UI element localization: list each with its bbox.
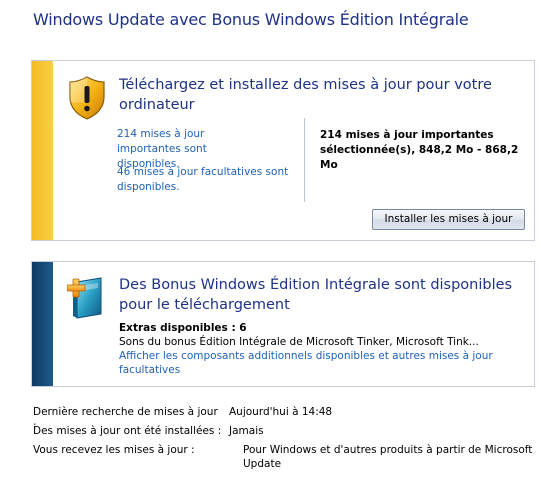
installed-label: Des mises à jour ont été installées : [33, 425, 222, 437]
updates-heading: Téléchargez et installez des mises à jou… [119, 77, 492, 113]
extras-available-count: Extras disponibles : 6 [119, 322, 247, 334]
updates-available-panel: Téléchargez et installez des mises à jou… [31, 60, 535, 241]
source-value: Pour Windows et d'autres produits à part… [243, 444, 533, 470]
last-check-value: Aujourd'hui à 14:48 [229, 406, 333, 418]
installed-value: Jamais [229, 425, 264, 437]
bonus-package-icon [67, 277, 102, 319]
extras-description: Sons du bonus Édition Intégrale de Micro… [119, 336, 479, 348]
warning-accent-strip [32, 61, 53, 240]
extras-heading: Des Bonus Windows Édition Intégrale sont… [119, 277, 513, 313]
ultimate-extras-panel: Des Bonus Windows Édition Intégrale sont… [31, 261, 535, 387]
vertical-divider [304, 118, 305, 202]
install-updates-button[interactable]: Installer les mises à jour [372, 209, 525, 230]
selected-updates-summary: 214 mises à jour importantes sélectionné… [320, 129, 519, 171]
source-label: Vous recevez les mises à jour : [33, 444, 195, 456]
shield-warning-icon [69, 76, 105, 120]
optional-updates-link[interactable]: 46 mises à jour facultatives sont dispon… [117, 165, 307, 195]
page-title: Windows Update avec Bonus Windows Éditio… [33, 10, 469, 29]
info-accent-strip [32, 262, 53, 386]
view-components-link[interactable]: Afficher les composants additionnels dis… [119, 349, 514, 377]
